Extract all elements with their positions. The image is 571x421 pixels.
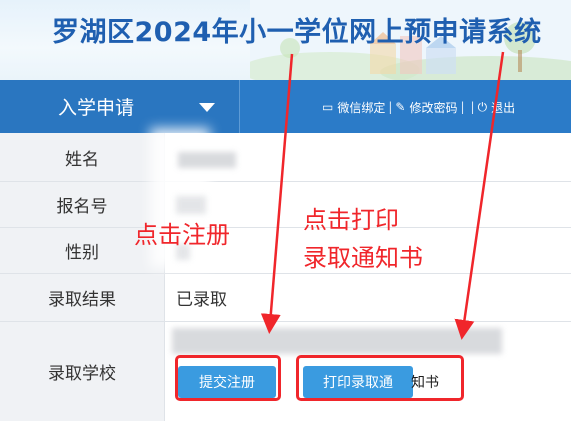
print-hint-text-line2: 录取通知书 [303, 244, 423, 272]
nav-separator: | [460, 100, 465, 114]
nav-separator: | [388, 100, 393, 114]
register-highlight-box [175, 355, 281, 401]
nav-separator: | [470, 100, 475, 114]
wechat-bind-icon: ▭ [322, 100, 334, 114]
row-gender: 性别 [0, 228, 571, 274]
row-value: 已录取 [176, 290, 227, 310]
logout-label: 退出 [491, 100, 516, 115]
pencil-icon: ✎ [395, 100, 406, 114]
print-highlight-box [296, 355, 464, 401]
wechat-bind-label: 微信绑定 [337, 100, 386, 115]
row-label: 姓名 [0, 133, 165, 181]
caret-down-icon [199, 103, 215, 112]
redacted-registration-number [176, 196, 206, 214]
admission-dropdown[interactable]: 入学申请 [0, 80, 240, 133]
row-registration-number: 报名号 [0, 182, 571, 228]
change-password-label: 修改密码 [409, 100, 458, 115]
redacted-name [178, 152, 236, 168]
admission-dropdown-label: 入学申请 [58, 97, 135, 119]
redacted-school-name [172, 328, 502, 354]
row-label: 录取学校 [0, 322, 165, 421]
nav-links: ▭ 微信绑定 | ✎ 修改密码 | | ⏻ 退出 [322, 96, 515, 118]
row-label: 录取结果 [0, 274, 165, 321]
print-hint-text-line1: 点击打印 [303, 206, 399, 234]
row-admission-result: 录取结果 已录取 [0, 274, 571, 322]
top-navbar: 入学申请 ▭ 微信绑定 | ✎ 修改密码 | | ⏻ 退出 [0, 80, 571, 133]
change-password-link[interactable]: ✎ 修改密码 [395, 99, 457, 116]
register-hint-text: 点击注册 [134, 221, 230, 249]
page-banner: 罗湖区2024年小一学位网上预申请系统 [0, 0, 571, 80]
logout-link[interactable]: ⏻ 退出 [478, 99, 516, 116]
row-name: 姓名 [0, 133, 571, 182]
wechat-bind-link[interactable]: ▭ 微信绑定 [322, 99, 385, 116]
power-icon: ⏻ [477, 99, 488, 114]
page-title: 罗湖区2024年小一学位网上预申请系统 [52, 17, 542, 48]
